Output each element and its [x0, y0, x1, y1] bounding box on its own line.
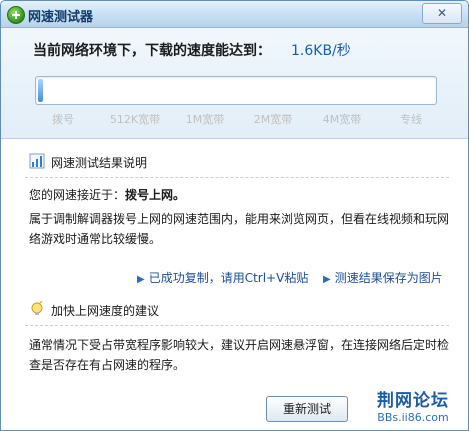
advice-line1: 通常情况下受占带宽程序影响较大，建议开启网速悬浮窗，在连接网络后定时检 — [29, 338, 450, 352]
advice-section-title: 加快上网速度的建议 — [51, 304, 160, 318]
app-logo-icon — [7, 6, 25, 24]
save-image-link[interactable]: ▶ 测速结果保存为图片 — [323, 269, 443, 286]
result-section-title: 网速测试结果说明 — [51, 156, 148, 170]
watermark-sub: BBs.ii86.com — [377, 411, 449, 424]
title-bar[interactable]: 网速测试器 ✕ — [1, 1, 468, 28]
advice-line2: 查是否存在有占网速的程序。 — [29, 358, 186, 372]
speed-progress-fill — [38, 79, 43, 102]
scale-label-512k: 512K宽带 — [109, 113, 161, 126]
copy-result-label: 已成功复制，请用Ctrl+V粘贴 — [148, 271, 309, 285]
speed-value: 1.6KB/秒 — [291, 43, 351, 59]
link-arrow-icon: ▶ — [137, 274, 145, 285]
scale-label-leased-line: 专线 — [400, 113, 422, 126]
window-title: 网速测试器 — [28, 10, 94, 25]
scale-label-4m: 4M宽带 — [322, 113, 362, 126]
speed-prefix-text: 当前网络环境下，下载的速度能达到： — [33, 43, 271, 59]
result-desc-line1: 属于调制解调器拨号上网的网速范围内，能用来浏览网页，但看在线视频和玩网 — [29, 212, 450, 226]
lightbulb-icon — [31, 301, 43, 315]
save-image-label: 测速结果保存为图片 — [334, 271, 443, 285]
bar-chart-icon — [29, 153, 45, 169]
speed-panel: 当前网络环境下，下载的速度能达到： 1.6KB/秒 拨号 512K宽带 1M宽带… — [1, 28, 468, 139]
speed-progress-bar — [35, 76, 437, 105]
retest-button[interactable]: 重新测试 — [266, 396, 348, 422]
watermark-logo: 荆网论坛 BBs.ii86.com — [368, 386, 458, 430]
speed-test-window: 网速测试器 ✕ 当前网络环境下，下载的速度能达到： 1.6KB/秒 拨号 512… — [0, 0, 469, 431]
scale-label-dialup: 拨号 — [52, 113, 74, 126]
network-close-to: 您的网速接近于：拨号上网。 — [29, 185, 185, 205]
close-button[interactable]: ✕ — [422, 3, 462, 24]
copy-result-link[interactable]: ▶ 已成功复制，请用Ctrl+V粘贴 — [137, 269, 308, 286]
result-desc-line2: 络游戏时通常比较缓慢。 — [29, 232, 162, 246]
close-to-value: 拨号上网。 — [125, 188, 186, 202]
close-to-prefix: 您的网速接近于： — [29, 188, 126, 202]
advice-divider — [25, 325, 449, 326]
scale-label-1m: 1M宽带 — [185, 113, 225, 126]
result-divider — [25, 177, 449, 178]
watermark-main: 荆网论坛 — [377, 391, 449, 411]
link-arrow-icon: ▶ — [323, 274, 331, 285]
scale-label-2m: 2M宽带 — [253, 113, 293, 126]
